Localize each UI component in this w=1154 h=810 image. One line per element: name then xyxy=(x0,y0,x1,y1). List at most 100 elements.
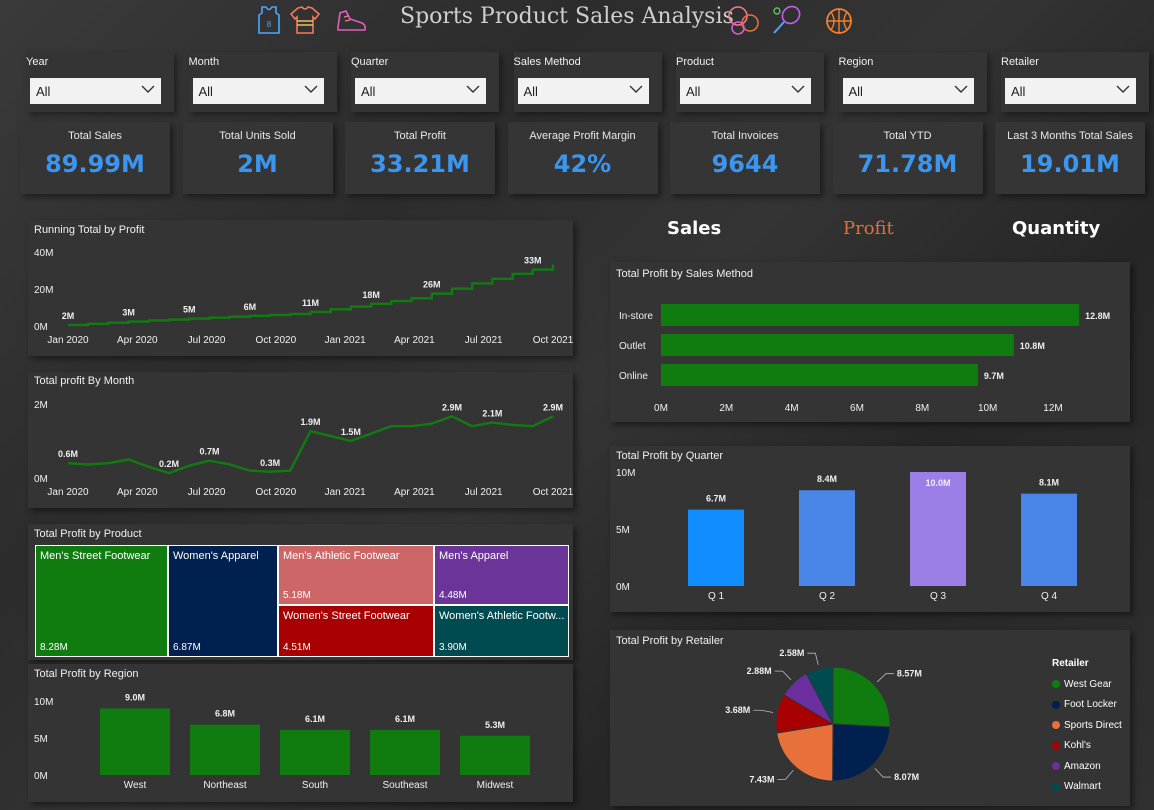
x-tick-label: Jul 2021 xyxy=(465,487,503,498)
bar xyxy=(910,472,966,586)
bar xyxy=(280,729,350,775)
kpi-title: Total YTD xyxy=(883,130,932,142)
legend-item[interactable]: West Gear xyxy=(1052,674,1122,695)
category-label: Midwest xyxy=(477,780,514,791)
tile-value: 3.90M xyxy=(439,642,467,653)
x-tick-label: Apr 2020 xyxy=(117,487,158,498)
tile-value: 8.28M xyxy=(40,642,68,653)
chevron-down-icon xyxy=(1116,85,1130,93)
kpi-card: Total Invoices 9644 xyxy=(670,122,820,194)
data-label: 6.8M xyxy=(215,709,235,719)
slicer-dropdown[interactable]: All xyxy=(355,78,486,104)
kpi-card: Total YTD 71.78M xyxy=(832,122,983,194)
tile-name: Men's Street Footwear xyxy=(40,550,151,562)
data-label: 5M xyxy=(183,305,196,315)
tab-profit[interactable]: Profit xyxy=(843,218,894,239)
tile-name: Women's Street Footwear xyxy=(283,610,410,622)
kpi-card: Total Units Sold 2M xyxy=(182,122,333,194)
x-tick-label: Jan 2020 xyxy=(47,487,89,498)
kpi-card: Last 3 Months Total Sales 19.01M xyxy=(995,122,1145,194)
kpi-title: Average Profit Margin xyxy=(529,130,636,142)
data-label: 33M xyxy=(524,256,542,266)
x-tick-label: 6M xyxy=(850,403,864,414)
bar xyxy=(688,509,744,586)
data-label: 6.7M xyxy=(706,494,726,504)
leader-line xyxy=(774,670,792,681)
data-label: 6.1M xyxy=(395,714,415,724)
x-tick-label: Oct 2020 xyxy=(256,335,297,346)
sports-balls-icon xyxy=(728,6,759,35)
kpi-title: Total Units Sold xyxy=(219,130,296,142)
tab-quantity[interactable]: Quantity xyxy=(1012,218,1100,239)
x-tick-label: 0M xyxy=(654,403,668,414)
legend-swatch xyxy=(1052,721,1060,730)
slicer-value: All xyxy=(36,84,51,99)
x-tick-label: 2M xyxy=(719,403,733,414)
tile-name: Women's Apparel xyxy=(173,550,259,562)
treemap-tile: Men's Street Footwear 8.28M xyxy=(35,545,168,657)
slicer-month: Month All xyxy=(188,52,337,112)
kpi-value: 89.99M xyxy=(45,150,145,178)
x-tick-label: Jan 2021 xyxy=(325,487,367,498)
kpi-value: 33.21M xyxy=(370,150,470,178)
x-tick-label: Apr 2020 xyxy=(117,335,158,346)
quarter-chart: 0M 5M 10M Q 1 6.7M Q 2 8.4M Q 3 10.0M Q 4 8.1M xyxy=(616,468,1077,602)
kpi-value: 19.01M xyxy=(1020,150,1120,178)
slicer-value: All xyxy=(361,84,376,99)
leader-line xyxy=(807,652,819,665)
pie-slice xyxy=(832,666,891,728)
legend-label: Walmart xyxy=(1064,781,1101,793)
slicer-dropdown[interactable]: All xyxy=(517,78,649,104)
data-label: 7.43M xyxy=(749,774,774,784)
legend-swatch xyxy=(1052,741,1060,750)
x-tick-label: Jan 2021 xyxy=(325,335,367,346)
slicer-product: Product All xyxy=(676,52,824,112)
quarter-title: Total Profit by Quarter xyxy=(616,450,723,462)
bar xyxy=(1021,493,1077,586)
data-label: 8.07M xyxy=(894,772,919,782)
chevron-down-icon xyxy=(629,85,642,93)
slicer-label: Month xyxy=(188,56,220,68)
legend-item[interactable]: Foot Locker xyxy=(1052,695,1122,716)
leader-line xyxy=(874,768,892,778)
retailer-legend: Retailer West Gear Foot Locker Sports Dire… xyxy=(1052,658,1122,797)
treemap-tile: Men's Apparel 4.48M xyxy=(434,545,569,605)
data-label: 1.9M xyxy=(300,417,320,427)
slicer-dropdown[interactable]: All xyxy=(192,78,324,104)
chevron-down-icon xyxy=(466,85,480,93)
data-label: 3M xyxy=(122,308,135,318)
x-tick-label: Oct 2021 xyxy=(533,487,573,498)
bar xyxy=(799,490,855,586)
legend-item[interactable]: Kohl's xyxy=(1052,736,1122,757)
legend-item[interactable]: Sports Direct xyxy=(1052,715,1122,736)
slicer-dropdown[interactable]: All xyxy=(680,78,811,104)
slicer-dropdown[interactable]: All xyxy=(842,78,974,104)
leader-line xyxy=(876,673,894,683)
slicer-dropdown[interactable]: All xyxy=(30,78,161,104)
shirt-icon xyxy=(289,6,321,34)
slicer-label: Product xyxy=(676,56,714,68)
svg-text:8: 8 xyxy=(267,20,272,29)
legend-item[interactable]: Walmart xyxy=(1052,777,1122,798)
page-title: Sports Product Sales Analysis xyxy=(400,4,734,29)
kpi-value: 2M xyxy=(237,150,278,178)
bar xyxy=(661,304,1080,326)
slicer-value: All xyxy=(848,84,863,99)
basketball-icon xyxy=(826,8,852,34)
tab-sales[interactable]: Sales xyxy=(667,218,721,239)
legend-label: Sports Direct xyxy=(1064,719,1122,731)
slicer-value: All xyxy=(198,84,213,99)
x-tick-label: 10M xyxy=(978,403,997,414)
sneaker-icon xyxy=(337,10,366,31)
data-label: 2.1M xyxy=(482,409,502,419)
pie-slice xyxy=(776,723,834,782)
x-tick-label: 12M xyxy=(1043,403,1062,414)
slicer-dropdown[interactable]: All xyxy=(1005,78,1136,104)
y-tick-label: 5M xyxy=(34,734,48,745)
data-label: 0.2M xyxy=(159,459,179,469)
data-label: 10.0M xyxy=(925,478,950,488)
data-label: 5.3M xyxy=(485,720,505,730)
category-label: Q 2 xyxy=(819,591,836,602)
legend-item[interactable]: Amazon xyxy=(1052,756,1122,777)
data-label: 2.58M xyxy=(779,648,804,658)
